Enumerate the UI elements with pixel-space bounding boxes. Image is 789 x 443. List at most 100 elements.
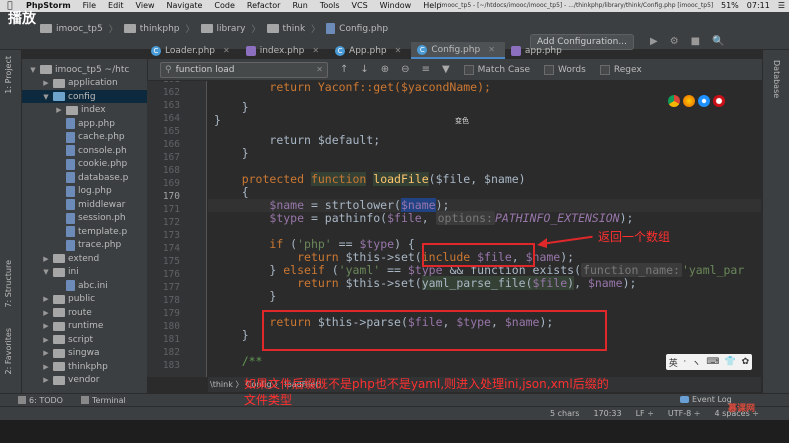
line-number[interactable]: 165: [163, 126, 180, 137]
breadcrumb-project[interactable]: imooc_tp5: [56, 24, 103, 34]
chevron-right-icon[interactable]: ▶: [42, 363, 50, 371]
project-tree-item[interactable]: ▶ route: [22, 306, 91, 319]
project-tree-item[interactable]: console.ph: [22, 144, 127, 157]
project-tree-item[interactable]: ▶ singwa: [22, 347, 99, 360]
project-tree-item[interactable]: ▼ ini: [22, 266, 78, 279]
chevron-right-icon[interactable]: ▶: [42, 295, 50, 303]
project-tree-item[interactable]: session.ph: [22, 212, 126, 225]
clock[interactable]: 07:11: [747, 0, 770, 12]
line-number[interactable]: 172: [163, 217, 180, 228]
ime-punct-toggle[interactable]: ·: [683, 357, 686, 367]
code-line-171[interactable]: $type = pathinfo($file, options: PATHINFO…: [214, 211, 633, 225]
chevron-right-icon[interactable]: ▶: [42, 336, 50, 344]
line-number[interactable]: 164: [163, 113, 180, 124]
tab-loader-php[interactable]: C Loader.php ✕: [145, 42, 240, 59]
line-number[interactable]: 178: [163, 295, 180, 306]
menu-edit[interactable]: Edit: [102, 0, 130, 12]
line-separator[interactable]: LF ÷: [636, 409, 654, 418]
firefox-icon[interactable]: [683, 95, 695, 107]
file-encoding[interactable]: UTF-8 ÷: [668, 409, 701, 418]
chevron-right-icon[interactable]: ▶: [42, 322, 50, 330]
line-number[interactable]: 176: [163, 269, 180, 280]
ime-keyboard-icon[interactable]: ⌨: [706, 357, 719, 367]
chevron-right-icon[interactable]: ▶: [55, 106, 63, 114]
line-number[interactable]: 179: [163, 308, 180, 319]
menu-tools[interactable]: Tools: [314, 0, 346, 12]
line-number[interactable]: 181: [163, 334, 180, 345]
todo-tool-window-button[interactable]: 6: TODO: [18, 396, 63, 405]
project-tree-item[interactable]: ▶ runtime: [22, 320, 103, 333]
settings-icon[interactable]: ⚙: [670, 36, 679, 47]
line-number[interactable]: 180: [163, 321, 180, 332]
tab-config-php[interactable]: C Config.php ✕: [411, 42, 505, 59]
line-number[interactable]: 163: [163, 100, 180, 111]
regex-checkbox[interactable]: [599, 64, 610, 75]
favorites-tool-window-button[interactable]: 2: Favorites: [4, 328, 13, 374]
project-tree-item[interactable]: cache.php: [22, 131, 125, 144]
add-selection-icon[interactable]: ⊕: [381, 64, 389, 75]
project-tree-item[interactable]: ▶ public: [22, 293, 95, 306]
chevron-right-icon[interactable]: ▶: [42, 309, 50, 317]
find-field[interactable]: ⚲ ✕: [160, 61, 328, 78]
menu-navigate[interactable]: Navigate: [161, 0, 209, 12]
search-icon[interactable]: ⚲: [165, 65, 172, 75]
close-icon[interactable]: ✕: [223, 46, 230, 55]
match-case-checkbox[interactable]: [463, 64, 474, 75]
next-occurrence-icon[interactable]: ↓: [360, 64, 368, 75]
run-icon[interactable]: ▶: [650, 36, 658, 47]
tab-app-php-config[interactable]: app.php: [505, 42, 572, 59]
database-tool-window-button[interactable]: Database: [772, 60, 781, 98]
project-tree-item[interactable]: app.php: [22, 117, 115, 130]
line-number[interactable]: 175: [163, 256, 180, 267]
filter-icon[interactable]: ▼: [442, 64, 450, 75]
ime-english-toggle[interactable]: 英: [669, 356, 678, 369]
select-all-occurrences-icon[interactable]: ≡: [422, 64, 430, 75]
code-line-161[interactable]: return Yaconf::get($yacondName);: [214, 81, 491, 94]
menu-view[interactable]: View: [130, 0, 161, 12]
terminal-tool-window-button[interactable]: Terminal: [80, 396, 126, 405]
menu-refactor[interactable]: Refactor: [241, 0, 287, 12]
breadcrumb-library[interactable]: library: [217, 24, 246, 34]
safari-icon[interactable]: [698, 95, 710, 107]
menu-vcs[interactable]: VCS: [346, 0, 374, 12]
opera-icon[interactable]: [713, 95, 725, 107]
words-option[interactable]: Words: [544, 64, 586, 75]
project-tree-item[interactable]: ▶ thinkphp: [22, 360, 107, 373]
line-number[interactable]: 162: [163, 87, 180, 98]
code-line-168[interactable]: protected function loadFile($file, $name…: [214, 172, 526, 186]
line-number[interactable]: 182: [163, 347, 180, 358]
ime-skin-icon[interactable]: 👕: [725, 357, 736, 367]
menu-run[interactable]: Run: [286, 0, 313, 12]
previous-occurrence-icon[interactable]: ↑: [340, 64, 348, 75]
project-tree-item[interactable]: middlewar: [22, 198, 125, 211]
project-tree-item[interactable]: abc.ini: [22, 279, 108, 292]
project-tree-item[interactable]: ▼ imooc_tp5 ~/htc: [22, 63, 129, 76]
project-tree-item[interactable]: ▼ config: [22, 90, 147, 103]
chevron-down-icon[interactable]: ▼: [42, 268, 50, 276]
line-number[interactable]: 161: [163, 81, 180, 85]
menu-file[interactable]: File: [77, 0, 102, 12]
project-tree-item[interactable]: log.php: [22, 185, 112, 198]
code-line-166[interactable]: }: [214, 147, 249, 160]
chevron-right-icon[interactable]: ▶: [42, 349, 50, 357]
ime-settings-icon[interactable]: ✿: [742, 357, 750, 367]
code-line-176[interactable]: return $this->set(yaml_parse_file($file)…: [214, 276, 636, 290]
breadcrumb-think[interactable]: think: [283, 24, 306, 34]
close-icon[interactable]: ✕: [395, 46, 402, 55]
ime-emoji-icon[interactable]: ヽ: [692, 356, 701, 369]
project-tree-item[interactable]: ▶ vendor: [22, 374, 99, 387]
project-tree-item[interactable]: cookie.php: [22, 158, 127, 171]
tab-index-php[interactable]: index.php ✕: [240, 42, 329, 59]
code-line-163[interactable]: }: [214, 114, 221, 127]
project-tree-item[interactable]: ▶ index: [22, 104, 105, 117]
line-number[interactable]: 173: [163, 230, 180, 241]
line-number[interactable]: 170: [163, 191, 180, 202]
stop-icon[interactable]: ■: [691, 36, 700, 47]
project-tree-item[interactable]: database.p: [22, 171, 128, 184]
event-log-button[interactable]: Event Log: [680, 395, 732, 404]
close-icon[interactable]: ✕: [488, 45, 495, 54]
project-tree-item[interactable]: ▶ extend: [22, 252, 99, 265]
project-tree-item[interactable]: ▶ application: [22, 77, 117, 90]
caret-position[interactable]: 170:33: [593, 409, 621, 418]
line-number[interactable]: 177: [163, 282, 180, 293]
